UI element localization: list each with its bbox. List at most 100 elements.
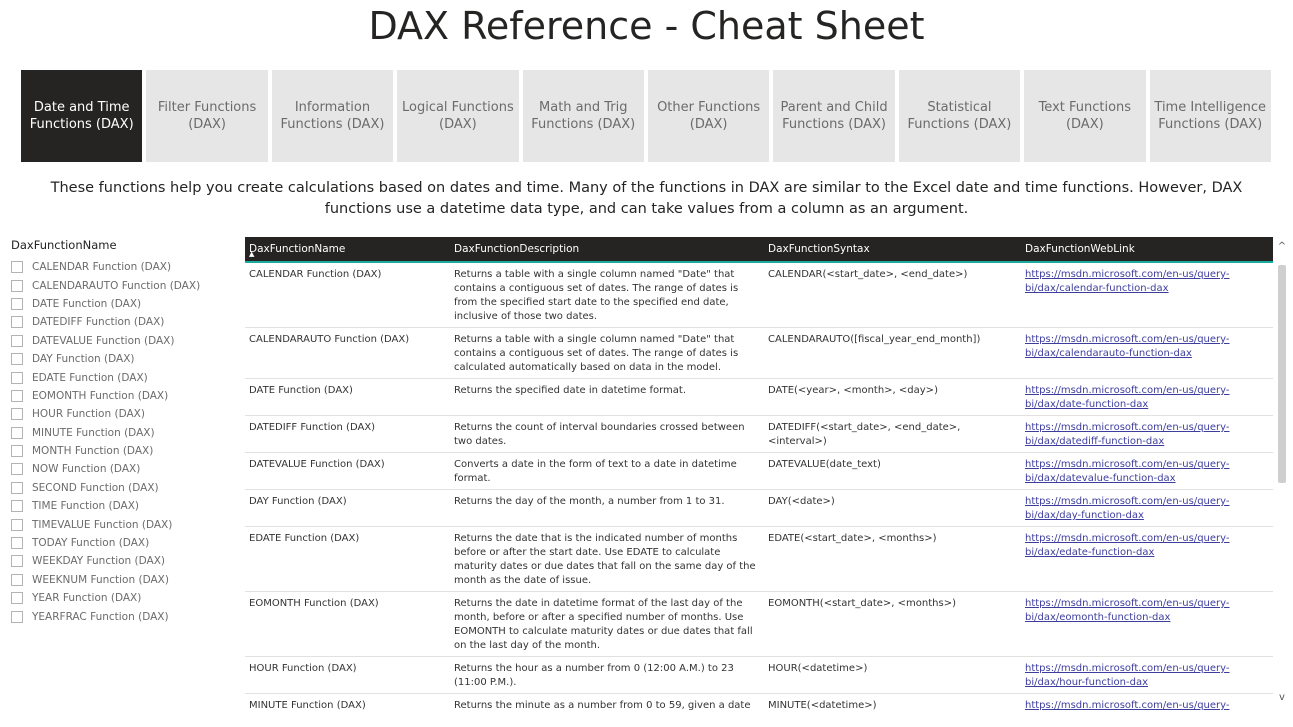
slicer-item-label: TIME Function (DAX)	[32, 500, 140, 513]
tab-date-and-time[interactable]: Date and Time Functions (DAX)	[21, 70, 143, 162]
cell-weblink[interactable]: https://msdn.microsoft.com/en-us/query-b…	[1021, 489, 1273, 527]
slicer-item[interactable]: MONTH Function (DAX)	[11, 442, 231, 460]
checkbox[interactable]	[11, 371, 23, 384]
sort-ascending-icon: ▲	[249, 250, 255, 258]
slicer-item[interactable]: WEEKNUM Function (DAX)	[11, 571, 231, 589]
checkbox[interactable]	[11, 537, 23, 550]
column-header-description[interactable]: DaxFunctionDescription	[450, 237, 764, 263]
column-header-syntax[interactable]: DaxFunctionSyntax	[764, 237, 1021, 263]
slicer-item[interactable]: CALENDARAUTO Function (DAX)	[11, 276, 231, 294]
cell-description: Returns a table with a single column nam…	[450, 262, 764, 328]
tab-text[interactable]: Text Functions (DAX)	[1024, 70, 1146, 162]
cell-syntax: CALENDARAUTO([fiscal_year_end_month])	[764, 327, 1021, 379]
cell-weblink[interactable]: https://msdn.microsoft.com/en-us/query-b…	[1021, 378, 1273, 416]
slicer-item[interactable]: WEEKDAY Function (DAX)	[11, 552, 231, 570]
checkbox[interactable]	[11, 463, 23, 476]
slicer-item-label: SECOND Function (DAX)	[32, 481, 159, 494]
checkbox[interactable]	[11, 555, 23, 568]
cell-description: Returns the date in datetime format of t…	[450, 591, 764, 657]
slicer-item-label: TODAY Function (DAX)	[32, 537, 150, 550]
slicer-item-label: YEAR Function (DAX)	[32, 592, 142, 605]
cell-weblink[interactable]: https://msdn.microsoft.com/en-us/query-b…	[1021, 656, 1273, 694]
cell-weblink[interactable]: https://msdn.microsoft.com/en-us/query-b…	[1021, 452, 1273, 490]
cell-name: DATE Function (DAX)	[245, 378, 450, 416]
table-row: DAY Function (DAX) Returns the day of th…	[245, 489, 1273, 527]
slicer-item[interactable]: HOUR Function (DAX)	[11, 405, 231, 423]
cell-name: MINUTE Function (DAX)	[245, 693, 450, 712]
table-scrollbar[interactable]: ^ v	[1276, 241, 1288, 704]
column-header-weblink[interactable]: DaxFunctionWebLink	[1021, 237, 1273, 263]
tab-logical[interactable]: Logical Functions (DAX)	[397, 70, 519, 162]
checkbox[interactable]	[11, 500, 23, 513]
cell-description: Returns the date that is the indicated n…	[450, 526, 764, 592]
checkbox[interactable]	[11, 316, 23, 329]
slicer-item[interactable]: TODAY Function (DAX)	[11, 534, 231, 552]
tab-label: Statistical Functions (DAX)	[907, 100, 1012, 132]
slicer-item[interactable]: DATEDIFF Function (DAX)	[11, 313, 231, 331]
checkbox[interactable]	[11, 279, 23, 292]
checkbox[interactable]	[11, 408, 23, 421]
slicer-item[interactable]: EDATE Function (DAX)	[11, 368, 231, 386]
tab-parent-and-child[interactable]: Parent and Child Functions (DAX)	[773, 70, 895, 162]
tab-label: Information Functions (DAX)	[280, 100, 385, 132]
scroll-thumb[interactable]	[1278, 265, 1286, 483]
checkbox[interactable]	[11, 573, 23, 586]
cell-syntax: EDATE(<start_date>, <months>)	[764, 526, 1021, 592]
checkbox[interactable]	[11, 445, 23, 458]
slicer-item-label: CALENDAR Function (DAX)	[32, 261, 172, 274]
slicer-item-label: NOW Function (DAX)	[32, 463, 141, 476]
tab-time-intelligence[interactable]: Time Intelligence Functions (DAX)	[1149, 70, 1271, 162]
cell-name: CALENDARAUTO Function (DAX)	[245, 327, 450, 379]
scroll-down-icon[interactable]: v	[1276, 692, 1288, 704]
slicer-item-label: EOMONTH Function (DAX)	[32, 389, 169, 402]
checkbox[interactable]	[11, 261, 23, 274]
checkbox[interactable]	[11, 592, 23, 605]
slicer-item[interactable]: TIME Function (DAX)	[11, 497, 231, 515]
slicer-item-label: DATEDIFF Function (DAX)	[32, 316, 165, 329]
cell-weblink[interactable]: https://msdn.microsoft.com/en-us/query-b…	[1021, 526, 1273, 592]
cell-name: DATEDIFF Function (DAX)	[245, 415, 450, 453]
table-row: EOMONTH Function (DAX) Returns the date …	[245, 591, 1273, 657]
cell-description: Returns the day of the month, a number f…	[450, 489, 764, 527]
column-header-name[interactable]: DaxFunctionName ▲	[245, 237, 450, 263]
page-title: DAX Reference - Cheat Sheet	[368, 4, 925, 48]
cell-weblink[interactable]: https://msdn.microsoft.com/en-us/query-b…	[1021, 262, 1273, 328]
cell-name: EDATE Function (DAX)	[245, 526, 450, 592]
tab-other[interactable]: Other Functions (DAX)	[647, 70, 770, 162]
checkbox[interactable]	[11, 518, 23, 531]
cell-syntax: HOUR(<datetime>)	[764, 656, 1021, 694]
slicer-item[interactable]: TIMEVALUE Function (DAX)	[11, 515, 231, 533]
column-header-label: DaxFunctionDescription	[454, 243, 580, 255]
slicer-item[interactable]: DATEVALUE Function (DAX)	[11, 332, 231, 350]
checkbox[interactable]	[11, 353, 23, 366]
tab-statistical[interactable]: Statistical Functions (DAX)	[898, 70, 1021, 162]
cell-syntax: DATE(<year>, <month>, <day>)	[764, 378, 1021, 416]
cell-weblink[interactable]: https://msdn.microsoft.com/en-us/query-b…	[1021, 591, 1273, 657]
slicer-item[interactable]: SECOND Function (DAX)	[11, 479, 231, 497]
slicer-item[interactable]: DAY Function (DAX)	[11, 350, 231, 368]
slicer-item[interactable]: NOW Function (DAX)	[11, 460, 231, 478]
checkbox[interactable]	[11, 297, 23, 310]
scroll-up-icon[interactable]: ^	[1276, 241, 1288, 253]
cell-weblink[interactable]: https://msdn.microsoft.com/en-us/query-b…	[1021, 415, 1273, 453]
tab-label: Time Intelligence Functions (DAX)	[1154, 100, 1266, 132]
slicer-item[interactable]: YEAR Function (DAX)	[11, 589, 231, 607]
cell-weblink[interactable]: https://msdn.microsoft.com/en-us/query-b…	[1021, 327, 1273, 379]
tab-filter[interactable]: Filter Functions (DAX)	[146, 70, 268, 162]
checkbox[interactable]	[11, 481, 23, 494]
slicer-item[interactable]: MINUTE Function (DAX)	[11, 424, 231, 442]
cell-weblink[interactable]: https://msdn.microsoft.com/en-us/query-b…	[1021, 693, 1273, 712]
cell-syntax: MINUTE(<datetime>)	[764, 693, 1021, 712]
tab-math-and-trig[interactable]: Math and Trig Functions (DAX)	[522, 70, 644, 162]
checkbox[interactable]	[11, 610, 23, 623]
checkbox[interactable]	[11, 389, 23, 402]
slicer-item[interactable]: CALENDAR Function (DAX)	[11, 258, 231, 276]
tab-information[interactable]: Information Functions (DAX)	[271, 70, 394, 162]
cell-description: Returns a table with a single column nam…	[450, 327, 764, 379]
slicer-item[interactable]: EOMONTH Function (DAX)	[11, 387, 231, 405]
checkbox[interactable]	[11, 334, 23, 347]
slicer-item[interactable]: DATE Function (DAX)	[11, 295, 231, 313]
checkbox[interactable]	[11, 426, 23, 439]
slicer-item[interactable]: YEARFRAC Function (DAX)	[11, 607, 231, 625]
cell-syntax: DATEDIFF(<start_date>, <end_date>, <inte…	[764, 415, 1021, 453]
